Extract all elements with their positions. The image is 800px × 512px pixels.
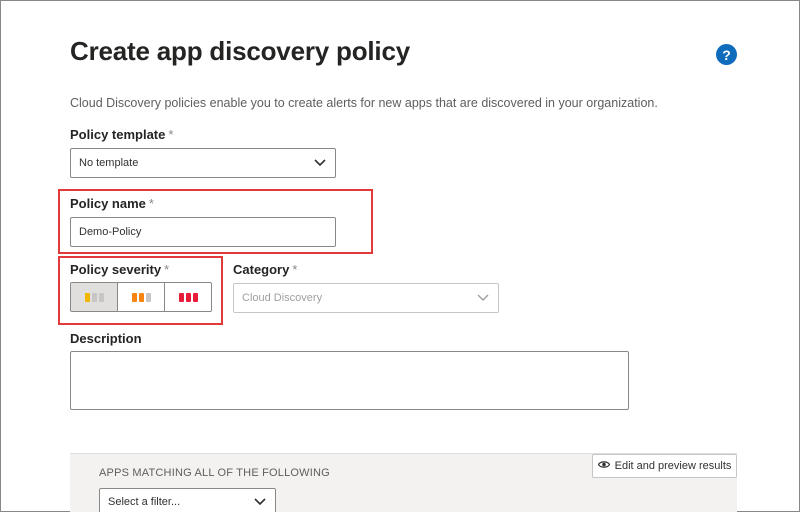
category-dropdown[interactable]: Cloud Discovery: [233, 283, 499, 313]
policy-severity-label: Policy severity *: [70, 262, 169, 277]
policy-template-label: Policy template *: [70, 127, 173, 142]
policy-template-value: No template: [79, 157, 139, 169]
filter-select-dropdown[interactable]: Select a filter...: [99, 488, 276, 512]
policy-name-label-text: Policy name: [70, 196, 146, 211]
severity-selector: [70, 282, 212, 312]
category-value: Cloud Discovery: [242, 292, 323, 304]
required-mark: *: [148, 196, 154, 211]
category-label: Category *: [233, 262, 297, 277]
edit-preview-button[interactable]: Edit and preview results: [592, 454, 737, 478]
severity-bar: [131, 292, 137, 302]
chevron-down-icon: [253, 495, 267, 509]
policy-name-input[interactable]: Demo-Policy: [70, 217, 336, 247]
policy-template-label-text: Policy template: [70, 127, 166, 142]
filter-heading: APPS MATCHING ALL OF THE FOLLOWING: [99, 467, 330, 479]
required-mark: *: [168, 127, 174, 142]
severity-low-button[interactable]: [71, 283, 118, 311]
severity-bar: [178, 292, 184, 302]
eye-icon: [597, 460, 610, 472]
page-title: Create app discovery policy: [70, 36, 410, 66]
chevron-down-icon: [313, 156, 327, 170]
description-label: Description: [70, 331, 142, 346]
severity-bar: [185, 292, 191, 302]
filter-select-value: Select a filter...: [108, 496, 181, 508]
help-icon[interactable]: ?: [716, 44, 737, 65]
description-textarea[interactable]: [70, 351, 629, 410]
severity-bar: [84, 292, 90, 302]
severity-medium-button[interactable]: [118, 283, 165, 311]
policy-template-dropdown[interactable]: No template: [70, 148, 336, 178]
severity-bar: [192, 292, 198, 302]
required-mark: *: [164, 262, 170, 277]
severity-bar: [145, 292, 151, 302]
edit-preview-label: Edit and preview results: [614, 460, 732, 472]
page-subtitle: Cloud Discovery policies enable you to c…: [70, 96, 658, 110]
policy-name-label: Policy name *: [70, 196, 154, 211]
required-mark: *: [292, 262, 298, 277]
severity-bar: [91, 292, 97, 302]
chevron-down-icon: [476, 291, 490, 305]
severity-bar: [138, 292, 144, 302]
severity-bar: [98, 292, 104, 302]
category-label-text: Category: [233, 262, 290, 277]
severity-high-button[interactable]: [165, 283, 211, 311]
policy-severity-label-text: Policy severity: [70, 262, 162, 277]
